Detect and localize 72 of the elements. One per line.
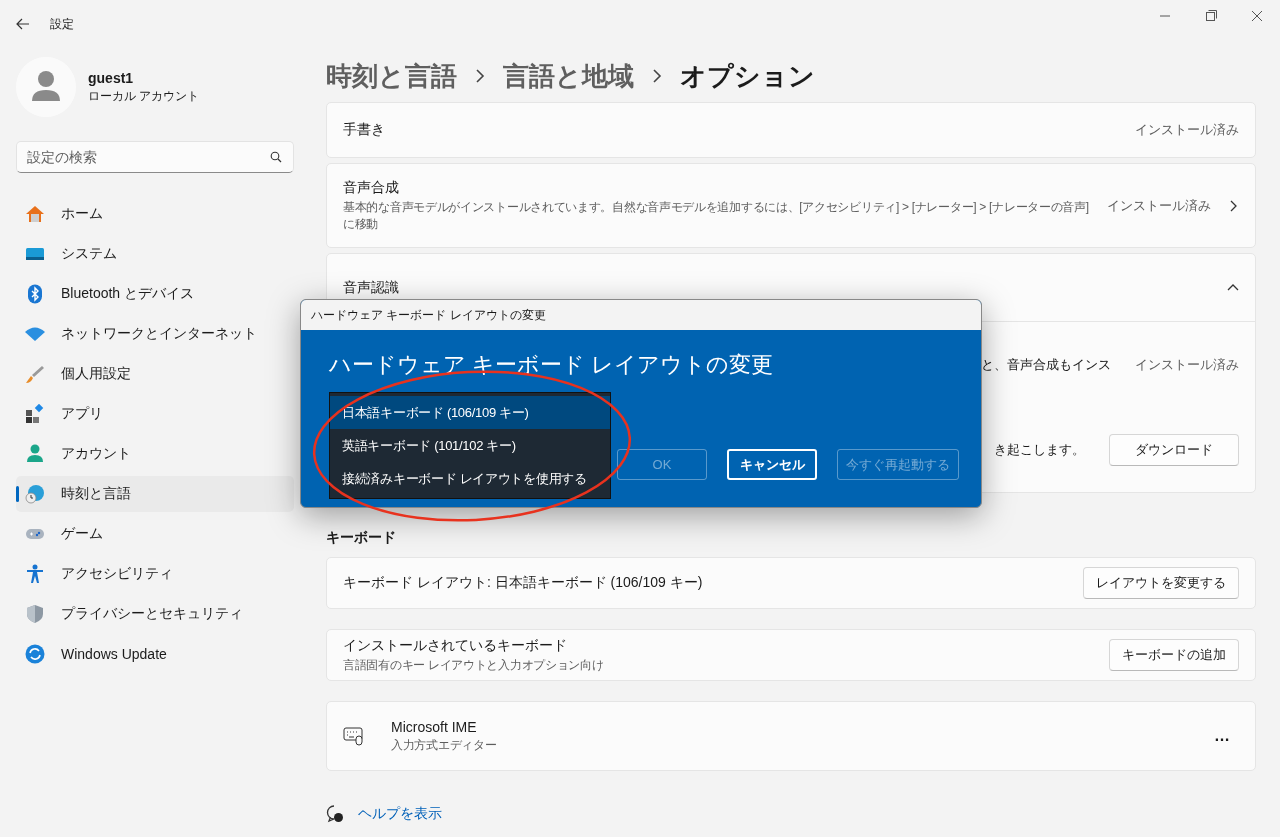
account-type: ローカル アカウント (88, 87, 200, 105)
section-heading: キーボード (326, 529, 397, 547)
window-title: 設定 (50, 15, 74, 33)
nav-label: 時刻と言語 (61, 485, 131, 503)
feature-card[interactable]: 音声合成 基本的な音声モデルがインストールされています。自然な音声モデルを追加するには、[アクセシビリティ] > [ナレーター] > [ナレーターの音声] に移動 インストール済み (326, 163, 1256, 248)
nav-label: ゲーム (61, 525, 103, 543)
nav-item[interactable]: Bluetooth とデバイス (16, 276, 294, 312)
nav-label: ネットワークとインターネット (61, 325, 257, 343)
feature-title: 音声合成 (343, 178, 400, 197)
ime-description: 入力方式エディター (391, 736, 498, 754)
action-button[interactable]: キーボードの追加 (1109, 639, 1239, 671)
dialog-heading: ハードウェア キーボード レイアウトの変更 (329, 351, 775, 379)
help-link[interactable]: ヘルプを表示 (358, 805, 442, 823)
nav-label: Bluetooth とデバイス (61, 285, 195, 303)
globe-clock-icon (25, 484, 45, 504)
brush-icon (25, 364, 45, 384)
sync-icon (25, 644, 45, 664)
chevron-right-icon (652, 69, 662, 83)
nav-item[interactable]: ネットワークとインターネット (16, 316, 294, 352)
dialog-button[interactable]: キャンセル (727, 449, 817, 480)
nav-item[interactable]: プライバシーとセキュリティ (16, 596, 294, 632)
nav-item[interactable]: ホーム (16, 196, 294, 232)
user-name: guest1 (88, 69, 135, 86)
search-field[interactable]: 設定の検索 (16, 141, 294, 173)
row-text: と、音声合成もインス (981, 355, 1111, 374)
nav-label: アクセシビリティ (61, 565, 173, 583)
search-icon[interactable] (270, 151, 282, 163)
install-status: インストール済み (1107, 196, 1211, 215)
setting-title: キーボード レイアウト: 日本語キーボード (106/109 キー) (343, 574, 704, 592)
nav-item[interactable]: アカウント (16, 436, 294, 472)
nav-label: ホーム (61, 205, 103, 223)
nav-item[interactable]: Windows Update (16, 636, 294, 672)
download-button[interactable]: ダウンロード (1109, 433, 1239, 466)
nav-item[interactable]: 時刻と言語 (16, 476, 294, 512)
action-button[interactable]: レイアウトを変更する (1083, 567, 1239, 599)
nav-item[interactable]: 個人用設定 (16, 356, 294, 392)
layout-option[interactable]: 英語キーボード (101/102 キー) (330, 429, 610, 462)
accessibility-icon (25, 564, 45, 584)
nav-item[interactable]: システム (16, 236, 294, 272)
keyboard-icon (343, 726, 365, 746)
nav-label: システム (61, 245, 117, 263)
nav-label: 個人用設定 (61, 365, 131, 383)
house-icon (25, 204, 45, 224)
back-arrow-icon[interactable] (16, 17, 30, 31)
nav-item[interactable]: アプリ (16, 396, 294, 432)
breadcrumb-item[interactable]: 言語と地域 (503, 58, 634, 94)
setting-title: インストールされているキーボード (343, 636, 568, 655)
nav-label: Windows Update (61, 646, 167, 662)
row-text: き起こします。 (994, 440, 1085, 459)
nav-item[interactable]: アクセシビリティ (16, 556, 294, 592)
shield-icon (25, 604, 45, 624)
feature-description: 基本的な音声モデルがインストールされています。自然な音声モデルを追加するには、[アクセシビリティ] > [ナレーター] > [ナレーターの音声] に移動 (343, 198, 1090, 233)
help-chat-icon (326, 805, 344, 823)
nav-item[interactable]: ゲーム (16, 516, 294, 552)
more-button[interactable]: … (1206, 720, 1239, 752)
bluetooth-icon (25, 284, 45, 304)
dialog-title: ハードウェア キーボード レイアウトの変更 (301, 300, 981, 330)
ime-title: Microsoft IME (391, 718, 478, 735)
nav-label: アプリ (61, 405, 103, 423)
panel-title: 音声認識 (343, 278, 400, 297)
breadcrumb-item[interactable]: 時刻と言語 (326, 58, 457, 94)
install-status: インストール済み (1135, 121, 1239, 139)
setting-description: 言語固有のキー レイアウトと入力オプション向け (343, 656, 605, 674)
breadcrumb-item: オプション (680, 59, 815, 93)
install-status: インストール済み (1135, 355, 1239, 374)
chevron-right-icon (475, 69, 485, 83)
person-icon (25, 444, 45, 464)
nav-label: アカウント (61, 445, 131, 463)
feature-title: 手書き (343, 121, 386, 139)
nav-label: プライバシーとセキュリティ (61, 605, 243, 623)
apps-icon (25, 404, 45, 424)
layout-option[interactable]: 接続済みキーボード レイアウトを使用する (330, 462, 610, 495)
